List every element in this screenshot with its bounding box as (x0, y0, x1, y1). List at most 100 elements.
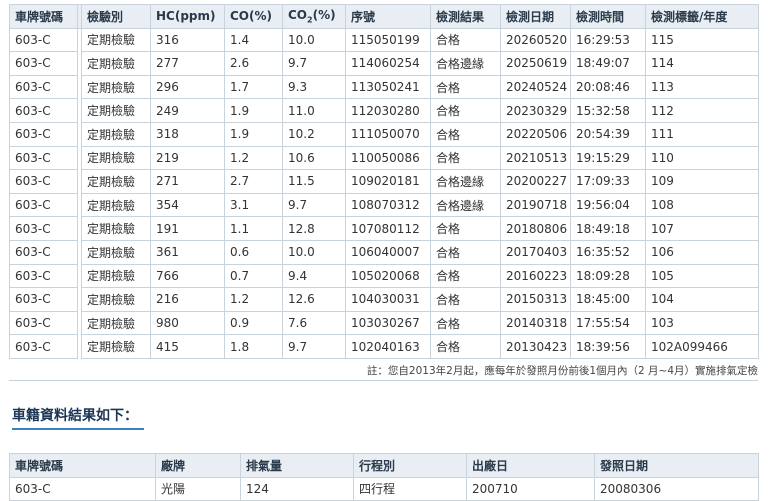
cell-co: 0.9 (224, 310, 283, 336)
table-row: 603-C 定期檢驗 191 1.1 12.8 107080112 合格 20180806 18… (9, 216, 759, 241)
col-header-hc: HC(ppm) (150, 4, 225, 29)
cell-hc: 316 (150, 27, 225, 53)
cell-date: 20230329 (500, 98, 571, 123)
cell-serial: 107080112 (345, 216, 431, 241)
cell-date: 20200227 (500, 169, 571, 194)
cell-type: 定期檢驗 (81, 263, 151, 289)
cell-co: 1.7 (224, 74, 283, 100)
cell-plate: 603-C (9, 310, 78, 336)
table-row: 603-C 定期檢驗 354 3.1 9.7 108070312 合格邊緣 20190718 1… (9, 192, 759, 218)
cell-plate: 603-C (9, 74, 78, 100)
reg-header-plate: 車牌號碼 (9, 453, 156, 478)
cell-date: 20190718 (500, 192, 571, 218)
cell-plate: 603-C (9, 334, 78, 359)
cell-co: 1.9 (224, 121, 283, 147)
col-header-type: 檢驗別 (81, 4, 151, 29)
cell-label: 106 (645, 239, 759, 265)
cell-time: 18:09:28 (570, 263, 646, 289)
section-divider (9, 380, 758, 381)
cell-hc: 216 (150, 287, 225, 312)
table-row: 603-C 定期檢驗 766 0.7 9.4 105020068 合格 20160223 18:… (9, 263, 759, 289)
cell-date: 20260520 (500, 27, 571, 53)
cell-co2: 9.3 (282, 74, 346, 100)
cell-result: 合格 (430, 334, 501, 359)
cell-serial: 112030280 (345, 98, 431, 123)
cell-hc: 354 (150, 192, 225, 218)
cell-date: 20240524 (500, 74, 571, 100)
col-header-serial: 序號 (345, 4, 431, 29)
cell-type: 定期檢驗 (81, 169, 151, 194)
cell-co: 1.4 (224, 27, 283, 53)
cell-hc: 271 (150, 169, 225, 194)
table-header-row: 車牌號碼 檢驗別 HC(ppm) CO(%) CO2(%) 序號 檢測結果 檢測… (9, 4, 759, 29)
table-row: 603-C 定期檢驗 271 2.7 11.5 109020181 合格邊緣 20200227… (9, 169, 759, 194)
cell-serial: 110050086 (345, 145, 431, 171)
cell-time: 20:54:39 (570, 121, 646, 147)
registration-header-row: 車牌號碼 廠牌 排氣量 行程別 出廠日 發照日期 (9, 453, 759, 478)
cell-result: 合格 (430, 98, 501, 123)
cell-hc: 318 (150, 121, 225, 147)
cell-co: 1.8 (224, 334, 283, 359)
cell-type: 定期檢驗 (81, 51, 151, 76)
cell-co2: 11.5 (282, 169, 346, 194)
reg-header-displacement: 排氣量 (240, 453, 354, 478)
cell-label: 109 (645, 169, 759, 194)
cell-serial: 103030267 (345, 310, 431, 336)
cell-time: 16:29:53 (570, 27, 646, 53)
cell-time: 18:49:18 (570, 216, 646, 241)
cell-co2: 12.6 (282, 287, 346, 312)
cell-co2: 10.0 (282, 239, 346, 265)
cell-date: 20220506 (500, 121, 571, 147)
reg-header-factory: 出廠日 (466, 453, 595, 478)
inspection-results-table: 車牌號碼 檢驗別 HC(ppm) CO(%) CO2(%) 序號 檢測結果 檢測… (9, 4, 759, 359)
cell-result: 合格邊緣 (430, 169, 501, 194)
cell-date: 20130423 (500, 334, 571, 359)
col-header-label: 檢測標籤/年度 (645, 4, 759, 29)
table-row: 603-C 定期檢驗 249 1.9 11.0 112030280 合格 20230329 15… (9, 98, 759, 123)
cell-plate: 603-C (9, 98, 78, 123)
cell-plate: 603-C (9, 263, 78, 289)
cell-label: 102A099466 (645, 334, 759, 359)
cell-hc: 249 (150, 98, 225, 123)
reg-header-brand: 廠牌 (155, 453, 241, 478)
cell-label: 113 (645, 74, 759, 100)
cell-type: 定期檢驗 (81, 74, 151, 100)
cell-time: 18:45:00 (570, 287, 646, 312)
cell-co2: 11.0 (282, 98, 346, 123)
cell-hc: 296 (150, 74, 225, 100)
cell-label: 103 (645, 310, 759, 336)
reg-header-issue: 發照日期 (594, 453, 759, 478)
cell-hc: 191 (150, 216, 225, 241)
cell-serial: 113050241 (345, 74, 431, 100)
registration-row: 603-C 光陽 124 四行程 200710 20080306 (9, 476, 759, 501)
col-header-result: 檢測結果 (430, 4, 501, 29)
reg-cell-plate: 603-C (9, 476, 156, 501)
cell-plate: 603-C (9, 287, 78, 312)
cell-co: 1.2 (224, 287, 283, 312)
cell-result: 合格 (430, 121, 501, 147)
cell-co: 2.7 (224, 169, 283, 194)
cell-type: 定期檢驗 (81, 216, 151, 241)
table-row: 603-C 定期檢驗 361 0.6 10.0 106040007 合格 20170403 16… (9, 239, 759, 265)
table-row: 603-C 定期檢驗 216 1.2 12.6 104030031 合格 20150313 18… (9, 287, 759, 312)
cell-result: 合格 (430, 287, 501, 312)
col-header-co2: CO2(%) (282, 4, 346, 29)
cell-co2: 9.7 (282, 192, 346, 218)
cell-serial: 114060254 (345, 51, 431, 76)
cell-co2: 10.6 (282, 145, 346, 171)
cell-co: 1.9 (224, 98, 283, 123)
cell-plate: 603-C (9, 169, 78, 194)
cell-hc: 980 (150, 310, 225, 336)
cell-plate: 603-C (9, 27, 78, 53)
cell-serial: 109020181 (345, 169, 431, 194)
cell-type: 定期檢驗 (81, 192, 151, 218)
cell-co2: 10.0 (282, 27, 346, 53)
cell-result: 合格邊緣 (430, 192, 501, 218)
table-row: 603-C 定期檢驗 277 2.6 9.7 114060254 合格邊緣 20250619 1… (9, 51, 759, 76)
cell-result: 合格 (430, 74, 501, 100)
cell-date: 20150313 (500, 287, 571, 312)
reg-cell-factory: 200710 (466, 476, 595, 501)
cell-hc: 219 (150, 145, 225, 171)
cell-plate: 603-C (9, 192, 78, 218)
cell-serial: 102040163 (345, 334, 431, 359)
